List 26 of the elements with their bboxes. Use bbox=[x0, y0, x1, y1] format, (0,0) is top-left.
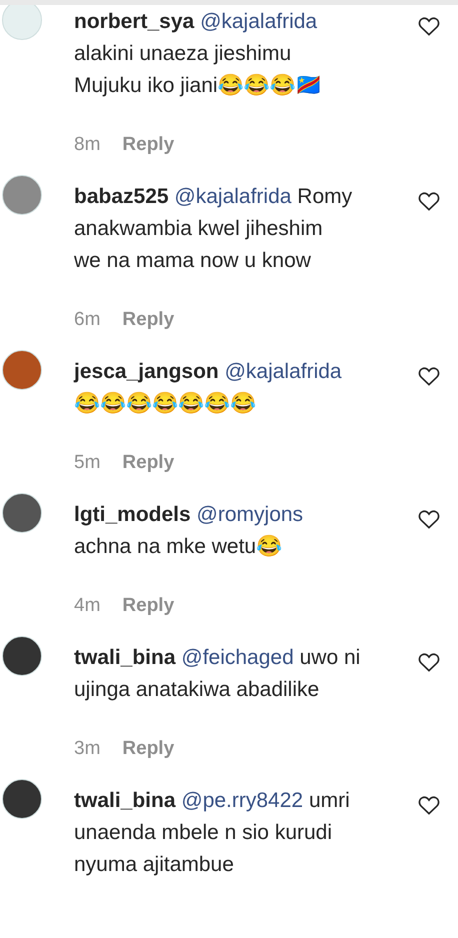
comment-text: twali_bina @pe.rry8422 umri unaenda mbele n sio kurudi nyuma ajitambue bbox=[74, 788, 351, 878]
heart-icon[interactable] bbox=[418, 652, 440, 672]
heart-icon[interactable] bbox=[418, 795, 440, 815]
mention-link[interactable]: @kajalafrida bbox=[174, 185, 292, 208]
comment-time: 6m bbox=[74, 308, 100, 332]
comment-time: 3m bbox=[74, 737, 100, 761]
heart-icon[interactable] bbox=[418, 509, 440, 529]
comment-text: twali_bina @feichaged uwo ni ujinga anatakiwa abadilike bbox=[74, 645, 362, 703]
heart-icon[interactable] bbox=[418, 366, 440, 386]
heart-icon[interactable] bbox=[418, 16, 440, 36]
comment-time: 4m bbox=[74, 594, 100, 618]
avatar-icon[interactable] bbox=[2, 493, 42, 533]
comment-time: 8m bbox=[74, 133, 100, 157]
mention-link[interactable]: @pe.rry8422 bbox=[181, 789, 304, 812]
mention-link[interactable]: @kajalafrida bbox=[200, 10, 318, 33]
mention-link[interactable]: @kajalafrida bbox=[224, 360, 342, 383]
comment-text: jesca_jangson @kajalafrida 😂😂😂😂😂😂😂 bbox=[74, 359, 343, 417]
avatar-icon[interactable] bbox=[2, 636, 42, 676]
comment-text: babaz525 @kajalafrida Romy anakwambia kwel jiheshim we na mama now u know bbox=[74, 184, 354, 274]
mention-link[interactable]: @feichaged bbox=[181, 646, 294, 669]
heart-icon[interactable] bbox=[418, 191, 440, 211]
comment-text: norbert_sya @kajalafrida alakini unaeza jieshimu Mujuku iko jiani😂😂😂🇨🇩 bbox=[74, 9, 323, 99]
mention-link[interactable]: @romyjons bbox=[196, 503, 304, 526]
avatar-icon[interactable] bbox=[2, 779, 42, 819]
comment-time: 5m bbox=[74, 451, 100, 475]
comment-text: lgti_models @romyjons achna na mke wetu😂 bbox=[74, 502, 304, 560]
